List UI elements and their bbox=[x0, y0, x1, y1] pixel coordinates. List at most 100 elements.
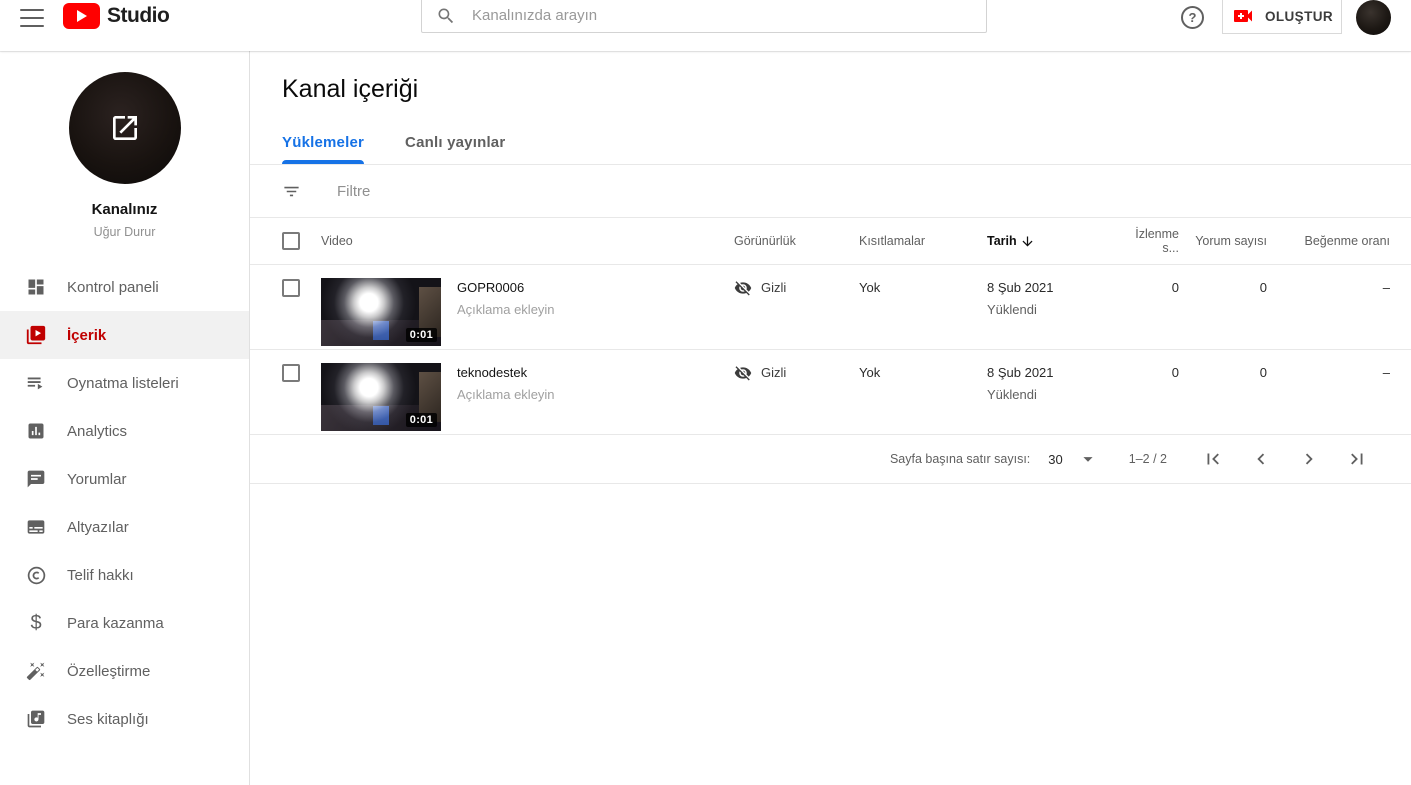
table-row[interactable]: 0:01 GOPR0006 Açıklama ekleyin Gizli Yok… bbox=[250, 265, 1411, 350]
help-icon[interactable]: ? bbox=[1181, 6, 1204, 29]
sidebar-item-monetization[interactable]: $ Para kazanma bbox=[0, 599, 249, 647]
previous-page-button[interactable] bbox=[1237, 447, 1285, 471]
customization-icon bbox=[24, 659, 48, 683]
sidebar-item-customization[interactable]: Özelleştirme bbox=[0, 647, 249, 695]
sidebar-item-comments[interactable]: Yorumlar bbox=[0, 455, 249, 503]
dropdown-arrow-icon bbox=[1083, 457, 1093, 462]
account-avatar[interactable] bbox=[1356, 0, 1391, 35]
tab-live[interactable]: Canlı yayınlar bbox=[405, 134, 505, 164]
visibility-cell[interactable]: Gizli bbox=[734, 278, 859, 297]
column-header-visibility[interactable]: Görünürlük bbox=[734, 234, 859, 248]
sidebar-item-label: Ses kitaplığı bbox=[67, 710, 149, 728]
filter-icon bbox=[284, 186, 299, 196]
channel-avatar[interactable] bbox=[68, 72, 181, 184]
table-row[interactable]: 0:01 teknodestek Açıklama ekleyin Gizli … bbox=[250, 350, 1411, 435]
column-header-restrictions[interactable]: Kısıtlamalar bbox=[859, 234, 987, 248]
dashboard-icon bbox=[24, 275, 48, 299]
date-cell: 8 Şub 2021 Yüklendi bbox=[987, 278, 1116, 317]
monetization-icon: $ bbox=[30, 611, 42, 634]
visibility-off-icon bbox=[734, 281, 752, 296]
sidebar-item-analytics[interactable]: Analytics bbox=[0, 407, 249, 455]
chevron-left-icon bbox=[1257, 453, 1265, 465]
sidebar-item-label: Yorumlar bbox=[67, 470, 127, 488]
column-header-comments[interactable]: Yorum sayısı bbox=[1179, 234, 1267, 248]
visibility-cell[interactable]: Gizli bbox=[734, 363, 859, 382]
search-input[interactable] bbox=[472, 7, 972, 24]
chevron-right-icon bbox=[1305, 453, 1313, 465]
sidebar-item-audio-library[interactable]: Ses kitaplığı bbox=[0, 695, 249, 743]
video-description-hint[interactable]: Açıklama ekleyin bbox=[457, 302, 555, 317]
row-checkbox[interactable] bbox=[282, 279, 300, 297]
column-header-date[interactable]: Tarih bbox=[987, 234, 1116, 249]
sidebar-item-label: Kontrol paneli bbox=[67, 278, 159, 296]
filter-bar[interactable]: Filtre bbox=[250, 165, 1411, 218]
rows-per-page-value[interactable]: 30 bbox=[1048, 452, 1062, 467]
search-icon bbox=[438, 8, 454, 23]
page-title: Kanal içeriği bbox=[282, 75, 419, 103]
sidebar-item-label: İçerik bbox=[67, 326, 107, 344]
next-page-button[interactable] bbox=[1285, 447, 1333, 471]
menu-icon[interactable] bbox=[20, 9, 44, 27]
channel-card: Kanalınız Uğur Durur bbox=[0, 51, 249, 239]
column-header-likes[interactable]: Beğenme oranı bbox=[1267, 234, 1411, 248]
rows-per-page-dropdown[interactable] bbox=[1077, 448, 1099, 470]
video-title[interactable]: teknodestek bbox=[457, 365, 555, 380]
playlists-icon bbox=[24, 371, 48, 395]
audio-library-icon bbox=[24, 707, 48, 731]
video-thumbnail[interactable]: 0:01 bbox=[321, 363, 441, 431]
page-range-label: 1–2 / 2 bbox=[1128, 452, 1167, 466]
search-box[interactable] bbox=[421, 0, 987, 33]
sidebar-item-label: Telif hakkı bbox=[67, 566, 134, 584]
likes-cell: – bbox=[1382, 280, 1390, 295]
date-header-label: Tarih bbox=[987, 234, 1017, 248]
date-status: Yüklendi bbox=[987, 302, 1037, 317]
first-page-icon bbox=[1207, 453, 1219, 465]
create-button[interactable]: OLUŞTUR bbox=[1222, 0, 1342, 34]
pagination-bar: Sayfa başına satır sayısı: 30 1–2 / 2 bbox=[250, 435, 1411, 484]
sidebar-item-label: Analytics bbox=[67, 422, 128, 440]
sidebar-item-playlists[interactable]: Oynatma listeleri bbox=[0, 359, 249, 407]
date-value: 8 Şub 2021 bbox=[987, 365, 1054, 380]
views-cell: 0 bbox=[1171, 365, 1179, 380]
brand-text: Studio bbox=[107, 4, 170, 27]
create-button-label: OLUŞTUR bbox=[1264, 8, 1334, 24]
tab-uploads[interactable]: Yüklemeler bbox=[282, 134, 365, 164]
last-page-icon bbox=[1351, 453, 1363, 465]
channel-name: Uğur Durur bbox=[93, 225, 156, 239]
subtitles-icon bbox=[24, 515, 48, 539]
comments-cell: 0 bbox=[1259, 280, 1267, 295]
content-icon bbox=[24, 323, 48, 347]
topbar: Studio ? OLUŞTUR bbox=[0, 0, 1411, 51]
channel-label: Kanalınız bbox=[91, 201, 158, 218]
visibility-label: Gizli bbox=[761, 280, 787, 295]
comments-icon bbox=[24, 467, 48, 491]
sidebar-item-dashboard[interactable]: Kontrol paneli bbox=[0, 263, 249, 311]
column-header-video[interactable]: Video bbox=[321, 234, 734, 248]
youtube-studio-logo[interactable]: Studio bbox=[63, 3, 170, 29]
sort-descending-icon bbox=[1022, 236, 1033, 246]
sidebar-item-content[interactable]: İçerik bbox=[0, 311, 249, 359]
row-checkbox[interactable] bbox=[282, 364, 300, 382]
comments-cell: 0 bbox=[1259, 365, 1267, 380]
restrictions-cell: Yok bbox=[859, 280, 881, 295]
date-cell: 8 Şub 2021 Yüklendi bbox=[987, 363, 1116, 402]
duration-badge: 0:01 bbox=[405, 413, 437, 427]
sidebar-item-label: Altyazılar bbox=[67, 518, 129, 536]
last-page-button[interactable] bbox=[1333, 447, 1381, 471]
rows-per-page-label: Sayfa başına satır sayısı: bbox=[889, 452, 1031, 466]
restrictions-cell: Yok bbox=[859, 365, 881, 380]
sidebar-item-copyright[interactable]: Telif hakkı bbox=[0, 551, 249, 599]
column-header-views[interactable]: İzlenme s... bbox=[1116, 227, 1179, 255]
video-thumbnail[interactable]: 0:01 bbox=[321, 278, 441, 346]
edit-channel-icon bbox=[112, 116, 137, 140]
youtube-play-icon bbox=[63, 3, 100, 29]
views-cell: 0 bbox=[1171, 280, 1179, 295]
video-title[interactable]: GOPR0006 bbox=[457, 280, 555, 295]
copyright-icon bbox=[24, 563, 48, 587]
sidebar: Kanalınız Uğur Durur Kontrol paneli İçer… bbox=[0, 51, 250, 785]
sidebar-item-subtitles[interactable]: Altyazılar bbox=[0, 503, 249, 551]
video-description-hint[interactable]: Açıklama ekleyin bbox=[457, 387, 555, 402]
main-content: Kanal içeriği Yüklemeler Canlı yayınlar … bbox=[250, 51, 1411, 785]
first-page-button[interactable] bbox=[1189, 447, 1237, 471]
select-all-checkbox[interactable] bbox=[282, 232, 300, 250]
